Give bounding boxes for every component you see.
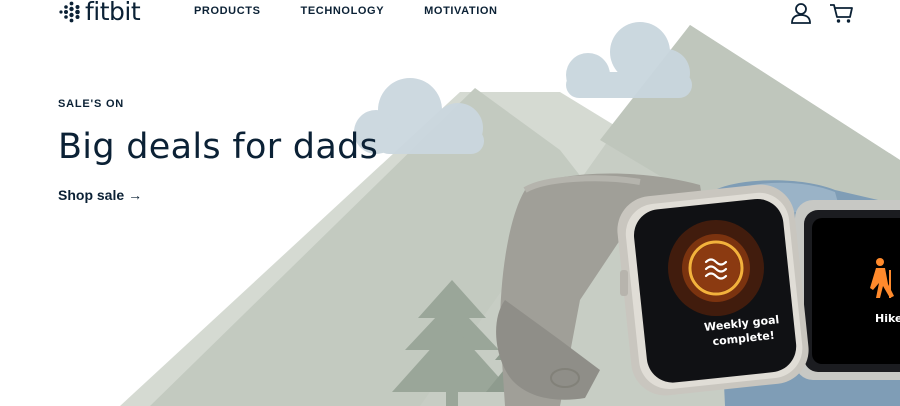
watch-front: Weekly goal complete!	[496, 173, 809, 406]
shop-sale-link[interactable]: Shop sale →	[58, 187, 142, 203]
hero-copy: SALE'S ON Big deals for dads Shop sale →	[58, 98, 378, 205]
shop-sale-label: Shop sale	[58, 187, 125, 203]
site-header: fitbit PRODUCTS TECHNOLOGY MOTIVATION	[0, 0, 900, 28]
cloud-right	[566, 22, 692, 98]
fitbit-logo[interactable]: fitbit	[58, 0, 141, 26]
sale-eyebrow: SALE'S ON	[58, 98, 125, 110]
nav-products[interactable]: PRODUCTS	[194, 5, 261, 17]
hike-label: Hike	[875, 312, 900, 325]
brand-name: fitbit	[85, 0, 141, 26]
cart-icon[interactable]	[829, 2, 854, 24]
nav-technology[interactable]: TECHNOLOGY	[301, 5, 385, 17]
hero-headline: Big deals for dads	[58, 127, 379, 167]
user-icon[interactable]	[790, 2, 812, 24]
nav-motivation[interactable]: MOTIVATION	[424, 5, 497, 17]
main-nav: PRODUCTS TECHNOLOGY MOTIVATION	[194, 5, 538, 17]
fitbit-logo-icon	[59, 1, 80, 23]
arrow-right-icon: →	[128, 187, 143, 203]
